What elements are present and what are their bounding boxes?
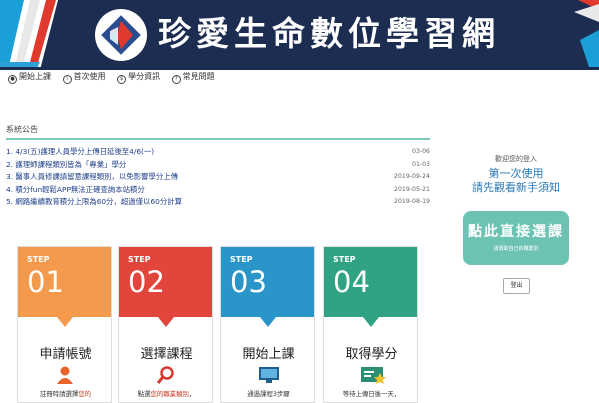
info-icon: i <box>62 75 72 84</box>
nav-credit-info-label: 學分資訊 <box>128 72 161 81</box>
step-number: 04 <box>333 265 370 299</box>
circle-icon: ● <box>8 75 17 84</box>
step-card-3[interactable]: STEP 03 開始上課 通過課程3步驟 <box>220 246 315 403</box>
credit-icon: $ <box>117 75 127 84</box>
announcement-item: 2. 護理師課程類別皆為「專業」學分 01-03 <box>6 159 430 172</box>
announcement-item: 4. 積分fun輕鬆APP無法正確查詢本站積分 2019-05-21 <box>6 184 430 197</box>
announcement-date: 03-06 <box>412 148 430 155</box>
header-banner: 珍愛生命數位學習網 <box>0 0 599 70</box>
site-title: 珍愛生命數位學習網 <box>158 14 500 53</box>
announcements-list: 1. 4/3(五)護理人員學分上傳日延後至4/6(一) 03-06 2. 護理師課… <box>6 146 430 209</box>
nav-first-use-label: 首次使用 <box>73 72 106 81</box>
step-desc-tail: ， <box>188 390 196 398</box>
logout-button[interactable]: 登出 <box>503 278 530 294</box>
user-icon <box>57 366 73 384</box>
announcement-link[interactable]: 3. 醫事人員修課請留意課程類別，以免影響學分上傳 <box>6 172 178 181</box>
step-title: 開始上課 <box>242 347 295 362</box>
nav-faq[interactable]: ? 常見問題 <box>171 71 215 84</box>
select-course-sublabel: 請選取自己的職業別 <box>493 246 539 252</box>
top-navigation: ● 開始上課 i 首次使用 $ 學分資訊 ? 常見問題 <box>8 71 224 85</box>
welcome-text: 歡迎您的登入 <box>495 155 537 163</box>
nav-faq-label: 常見問題 <box>182 72 215 81</box>
step-description: 註冊時請選擇您的 <box>18 389 111 398</box>
nav-start-class[interactable]: ● 開始上課 <box>8 71 51 84</box>
question-icon: ? <box>171 75 181 84</box>
step-card-2[interactable]: STEP 02 選擇課程 點選您的職業類別， <box>118 246 213 403</box>
step-description: 通過課程3步驟 <box>221 389 314 398</box>
announcement-link[interactable]: 5. 網路繼續教育積分上限為60分，超過僅以60分計算 <box>6 197 182 206</box>
step-title: 取得學分 <box>345 347 398 362</box>
step-label: STEP <box>128 255 151 264</box>
step-number: 02 <box>128 265 165 299</box>
select-course-button[interactable]: 點此直接選課 請選取自己的職業別 <box>463 211 569 265</box>
announcements-divider <box>6 138 430 140</box>
step-description: 等待上傳日後一天， <box>324 389 417 398</box>
announcement-date: 2019-08-19 <box>394 198 430 206</box>
step-description: 點選您的職業類別， <box>119 389 212 398</box>
announcement-link[interactable]: 4. 積分fun輕鬆APP無法正確查詢本站積分 <box>6 185 145 194</box>
announcement-item: 5. 網路繼續教育積分上限為60分，超過僅以60分計算 2019-08-19 <box>6 196 430 209</box>
step-label: STEP <box>333 255 356 264</box>
announcement-link[interactable]: 1. 4/3(五)護理人員學分上傳日延後至4/6(一) <box>6 147 154 156</box>
nav-credit-info[interactable]: $ 學分資訊 <box>117 71 160 84</box>
certificate-icon <box>361 367 386 384</box>
step-label: STEP <box>230 255 253 264</box>
step-title: 申請帳號 <box>39 347 92 362</box>
announcement-date: 2019-05-21 <box>394 185 430 193</box>
step-desc-highlight: 您的 <box>78 390 92 398</box>
step-number: 03 <box>230 265 267 299</box>
announcement-link[interactable]: 2. 護理師課程類別皆為「專業」學分 <box>6 160 126 169</box>
step-desc-text: 等待上傳日後一天， <box>342 390 401 398</box>
step-desc-text: 點選 <box>137 390 151 398</box>
guide-link[interactable]: 請先觀看新手須知 <box>436 181 596 195</box>
step-number: 01 <box>27 265 64 299</box>
step-desc-text: 註冊時請選擇 <box>39 390 79 398</box>
nav-start-class-label: 開始上課 <box>19 72 51 81</box>
step-label: STEP <box>27 255 50 264</box>
welcome-panel: 歡迎您的登入 第一次使用 請先觀看新手須知 <box>436 154 596 195</box>
search-icon <box>156 366 174 384</box>
announcements-title: 系統公告 <box>6 125 38 134</box>
announcement-date: 2019-09-24 <box>394 173 430 181</box>
first-use-text: 第一次使用 <box>488 167 544 180</box>
step-card-1[interactable]: STEP 01 申請帳號 註冊時請選擇您的 <box>17 246 112 403</box>
monitor-icon <box>259 367 279 383</box>
select-course-label: 點此直接選課 <box>468 224 564 240</box>
announcement-item: 1. 4/3(五)護理人員學分上傳日延後至4/6(一) 03-06 <box>6 146 430 159</box>
announcement-date: 01-03 <box>412 160 430 168</box>
step-title: 選擇課程 <box>140 347 193 362</box>
step-desc-highlight: 您的職業類別 <box>150 390 189 398</box>
step-desc-text: 通過課程3步驟 <box>247 390 290 398</box>
step-card-4[interactable]: STEP 04 取得學分 等待上傳日後一天， <box>323 246 418 403</box>
site-logo <box>95 9 147 61</box>
nav-first-use[interactable]: i 首次使用 <box>62 71 106 84</box>
announcement-item: 3. 醫事人員修課請留意課程類別，以免影響學分上傳 2019-09-24 <box>6 171 430 184</box>
